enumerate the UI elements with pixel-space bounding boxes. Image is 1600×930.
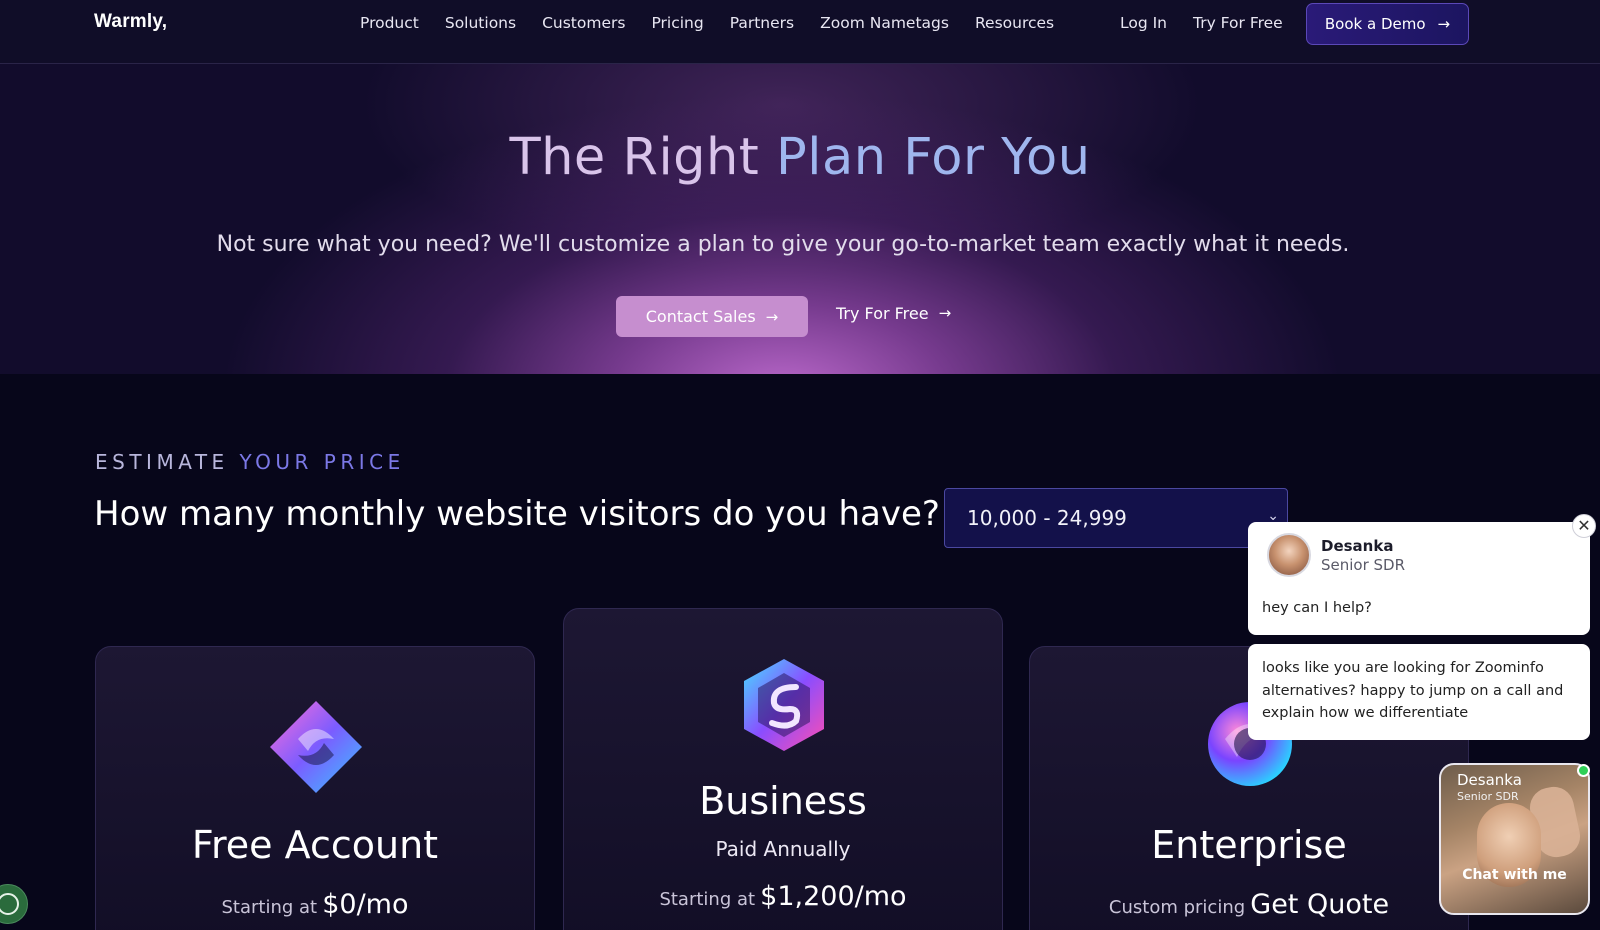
price-prefix: Starting at (221, 897, 318, 918)
nav-product[interactable]: Product (360, 14, 419, 32)
plan-billing: Paid Annually (715, 837, 851, 861)
video-agent-role: Senior SDR (1457, 790, 1519, 803)
plan-name: Business (699, 779, 867, 823)
plan-price: $1,200/mo (760, 881, 907, 912)
estimate-label-part-2: YOUR PRICE (239, 450, 405, 474)
chat-with-me-label: Chat with me (1462, 867, 1567, 883)
arrow-right-icon: → (938, 304, 952, 322)
top-navigation: Warmly, Product Solutions Customers Pric… (0, 0, 1600, 64)
cookie-icon (0, 893, 19, 915)
plan-price: Get Quote (1250, 889, 1390, 920)
title-part-1: The Right (509, 128, 760, 187)
hero-try-free-label: Try For Free (836, 304, 929, 323)
nav-solutions[interactable]: Solutions (445, 14, 516, 32)
nav-resources[interactable]: Resources (975, 14, 1054, 32)
contact-sales-label: Contact Sales (645, 307, 756, 326)
price-prefix: Starting at (659, 889, 756, 910)
chat-message: hey can I help? (1262, 600, 1372, 616)
plan-price-line: Starting at $1,200/mo (564, 881, 1002, 912)
login-link[interactable]: Log In (1120, 14, 1167, 32)
video-agent-name: Desanka (1457, 771, 1522, 789)
nav-customers[interactable]: Customers (542, 14, 625, 32)
agent-name: Desanka (1321, 537, 1394, 555)
nav-zoom-nametags[interactable]: Zoom Nametags (820, 14, 949, 32)
online-status-icon (1577, 764, 1590, 777)
cookie-settings-button[interactable] (0, 884, 28, 924)
nav-pricing[interactable]: Pricing (651, 14, 703, 32)
contact-sales-button[interactable]: Contact Sales → (616, 296, 808, 337)
nav-partners[interactable]: Partners (730, 14, 794, 32)
book-demo-label: Book a Demo (1324, 15, 1426, 33)
plan-price: $0/mo (322, 889, 409, 920)
hero-try-free-link[interactable]: Try For Free → (836, 304, 951, 323)
plan-name: Enterprise (1151, 823, 1347, 867)
plan-card-free: Free Account Starting at $0/mo (95, 646, 535, 930)
arrow-right-icon: → (765, 307, 779, 326)
main-menu: Product Solutions Customers Pricing Part… (360, 14, 1054, 32)
visitors-dropdown[interactable]: 10,000 - 24,999 ⌄ (944, 488, 1288, 548)
diamond-swirl-icon (268, 699, 364, 799)
video-chat-launcher[interactable]: Desanka Senior SDR Chat with me (1439, 763, 1590, 915)
hexagon-s-icon (742, 657, 826, 757)
plan-price-line: Custom pricing Get Quote (1030, 889, 1468, 920)
nav-actions: Log In Try For Free (1120, 14, 1283, 32)
chat-message-bubble[interactable]: looks like you are looking for Zoominfo … (1248, 644, 1590, 740)
book-demo-button[interactable]: Book a Demo → (1306, 3, 1469, 45)
nav-try-free-link[interactable]: Try For Free (1193, 14, 1283, 32)
chat-greeting-bubble[interactable]: Desanka Senior SDR hey can I help? (1248, 522, 1590, 635)
avatar (1267, 533, 1311, 577)
price-prefix: Custom pricing (1108, 897, 1246, 918)
title-part-2: Plan For You (776, 128, 1091, 187)
agent-role: Senior SDR (1321, 556, 1406, 574)
page-title: The Right Plan For You (0, 128, 1600, 188)
estimate-label-part-1: ESTIMATE (95, 450, 229, 474)
estimate-section-label: ESTIMATE YOUR PRICE (95, 450, 405, 474)
arrow-right-icon: → (1437, 15, 1451, 33)
warmly-logo[interactable]: Warmly, (94, 11, 167, 33)
plan-card-business: Business Paid Annually Starting at $1,20… (563, 608, 1003, 930)
hero-section: The Right Plan For You Not sure what you… (0, 64, 1600, 374)
plan-price-line: Starting at $0/mo (96, 889, 534, 920)
visitors-question: How many monthly website visitors do you… (94, 494, 940, 534)
close-icon[interactable]: ✕ (1572, 514, 1596, 538)
hero-subtitle: Not sure what you need? We'll customize … (216, 232, 1350, 257)
visitors-selected-value: 10,000 - 24,999 (967, 506, 1127, 530)
plan-name: Free Account (191, 823, 439, 867)
